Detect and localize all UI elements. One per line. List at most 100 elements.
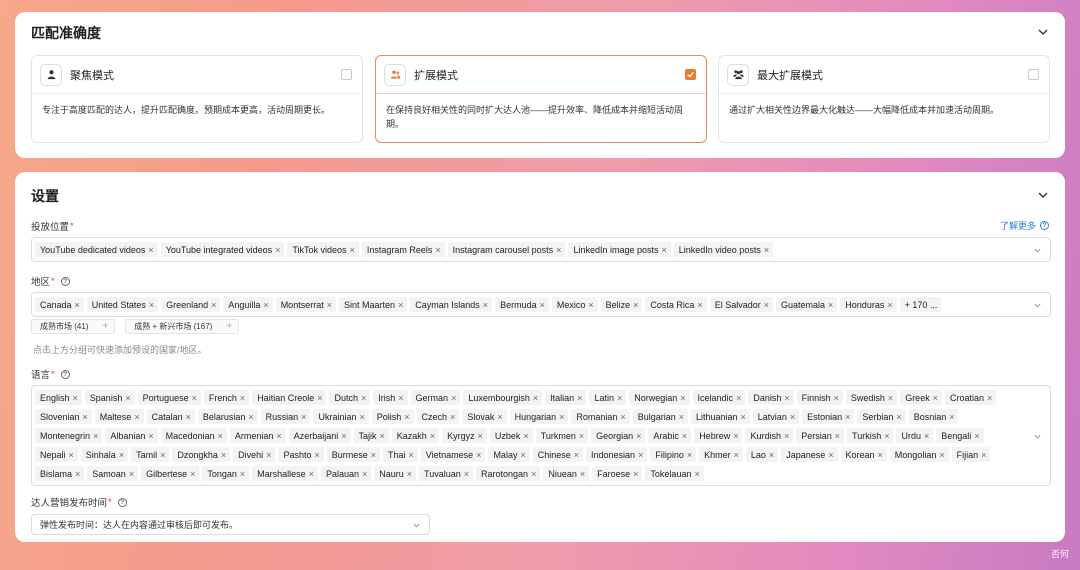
remove-tag-icon[interactable]: ×	[359, 412, 364, 422]
remove-tag-icon[interactable]: ×	[134, 412, 139, 422]
remove-tag-icon[interactable]: ×	[556, 245, 561, 255]
remove-tag-icon[interactable]: ×	[878, 450, 883, 460]
remove-tag-icon[interactable]: ×	[186, 412, 191, 422]
help-icon[interactable]: ?	[60, 369, 70, 379]
collapse-chevron-icon[interactable]	[1037, 26, 1049, 38]
remove-tag-icon[interactable]: ×	[577, 393, 582, 403]
learn-more-text[interactable]: 了解更多	[1000, 219, 1036, 232]
remove-tag-icon[interactable]: ×	[476, 450, 481, 460]
remove-tag-icon[interactable]: ×	[240, 393, 245, 403]
preset-mature-emerging-markets[interactable]: 成熟 + 新兴市场 (167) +	[125, 319, 240, 334]
help-icon[interactable]: ?	[60, 276, 70, 286]
remove-tag-icon[interactable]: ×	[407, 469, 412, 479]
preset-mature-markets[interactable]: 成熟市场 (41) +	[31, 319, 116, 334]
remove-tag-icon[interactable]: ×	[211, 300, 216, 310]
remove-tag-icon[interactable]: ×	[83, 412, 88, 422]
remove-tag-icon[interactable]: ×	[497, 412, 502, 422]
publish-time-dropdown[interactable]: 弹性发布时间：达人在内容通过审核后即可发布。	[31, 514, 430, 535]
remove-tag-icon[interactable]: ×	[190, 469, 195, 479]
remove-tag-icon[interactable]: ×	[350, 245, 355, 255]
remove-tag-icon[interactable]: ×	[221, 450, 226, 460]
remove-tag-icon[interactable]: ×	[981, 450, 986, 460]
remove-tag-icon[interactable]: ×	[531, 469, 536, 479]
remove-tag-icon[interactable]: ×	[240, 469, 245, 479]
chevron-down-icon[interactable]	[1033, 246, 1042, 255]
remove-tag-icon[interactable]: ×	[924, 431, 929, 441]
remove-tag-icon[interactable]: ×	[828, 450, 833, 460]
remove-tag-icon[interactable]: ×	[834, 393, 839, 403]
remove-tag-icon[interactable]: ×	[69, 450, 74, 460]
remove-tag-icon[interactable]: ×	[371, 450, 376, 460]
mode-checkbox-checked[interactable]	[685, 69, 696, 80]
remove-tag-icon[interactable]: ×	[790, 412, 795, 422]
remove-tag-icon[interactable]: ×	[736, 393, 741, 403]
remove-tag-icon[interactable]: ×	[974, 431, 979, 441]
remove-tag-icon[interactable]: ×	[483, 300, 488, 310]
mode-option-focus[interactable]: 聚焦模式 专注于高度匹配的达人，提升匹配确度。预期成本更高，活动周期更长。	[31, 55, 363, 143]
remove-tag-icon[interactable]: ×	[828, 300, 833, 310]
remove-tag-icon[interactable]: ×	[248, 412, 253, 422]
mode-option-max-expand[interactable]: 最大扩展模式 通过扩大相关性边界最大化触达——大幅降低成本并加速活动周期。	[718, 55, 1050, 143]
remove-tag-icon[interactable]: ×	[694, 469, 699, 479]
language-select[interactable]: English × Spanish × Portuguese × French × Haitia…	[31, 385, 1051, 486]
remove-tag-icon[interactable]: ×	[478, 431, 483, 441]
remove-tag-icon[interactable]: ×	[404, 412, 409, 422]
remove-tag-icon[interactable]: ×	[845, 412, 850, 422]
mode-checkbox[interactable]	[1028, 69, 1039, 80]
remove-tag-icon[interactable]: ×	[884, 431, 889, 441]
remove-tag-icon[interactable]: ×	[361, 393, 366, 403]
remove-tag-icon[interactable]: ×	[125, 393, 130, 403]
remove-tag-icon[interactable]: ×	[464, 469, 469, 479]
remove-tag-icon[interactable]: ×	[733, 431, 738, 441]
remove-tag-icon[interactable]: ×	[835, 431, 840, 441]
remove-tag-icon[interactable]: ×	[148, 245, 153, 255]
mode-option-expand[interactable]: 扩展模式 在保持良好相关性的同时扩大达人池——提升效率、降低成本并缩短活动周期。	[375, 55, 707, 143]
more-tags-count[interactable]: + 170 ...	[899, 297, 942, 312]
remove-tag-icon[interactable]: ×	[697, 300, 702, 310]
remove-tag-icon[interactable]: ×	[398, 393, 403, 403]
remove-tag-icon[interactable]: ×	[314, 450, 319, 460]
remove-tag-icon[interactable]: ×	[149, 300, 154, 310]
remove-tag-icon[interactable]: ×	[896, 412, 901, 422]
remove-tag-icon[interactable]: ×	[341, 431, 346, 441]
remove-tag-icon[interactable]: ×	[276, 431, 281, 441]
remove-tag-icon[interactable]: ×	[579, 431, 584, 441]
chevron-down-icon[interactable]	[412, 521, 421, 530]
chevron-down-icon[interactable]	[1033, 432, 1042, 441]
remove-tag-icon[interactable]: ×	[160, 450, 165, 460]
remove-tag-icon[interactable]: ×	[638, 450, 643, 460]
remove-tag-icon[interactable]: ×	[574, 450, 579, 460]
remove-tag-icon[interactable]: ×	[636, 431, 641, 441]
remove-tag-icon[interactable]: ×	[398, 300, 403, 310]
remove-tag-icon[interactable]: ×	[888, 393, 893, 403]
remove-tag-icon[interactable]: ×	[119, 450, 124, 460]
remove-tag-icon[interactable]: ×	[679, 412, 684, 422]
remove-tag-icon[interactable]: ×	[682, 431, 687, 441]
remove-tag-icon[interactable]: ×	[309, 469, 314, 479]
remove-tag-icon[interactable]: ×	[301, 412, 306, 422]
remove-tag-icon[interactable]: ×	[764, 300, 769, 310]
remove-tag-icon[interactable]: ×	[588, 300, 593, 310]
remove-tag-icon[interactable]: ×	[680, 393, 685, 403]
remove-tag-icon[interactable]: ×	[435, 245, 440, 255]
remove-tag-icon[interactable]: ×	[769, 450, 774, 460]
remove-tag-icon[interactable]: ×	[362, 469, 367, 479]
remove-tag-icon[interactable]: ×	[520, 450, 525, 460]
remove-tag-icon[interactable]: ×	[75, 469, 80, 479]
mode-checkbox[interactable]	[341, 69, 352, 80]
region-select[interactable]: Canada × United States × Greenland × Anguilla ×…	[31, 292, 1051, 317]
remove-tag-icon[interactable]: ×	[266, 450, 271, 460]
remove-tag-icon[interactable]: ×	[450, 412, 455, 422]
chevron-down-icon[interactable]	[1033, 301, 1042, 310]
remove-tag-icon[interactable]: ×	[409, 450, 414, 460]
remove-tag-icon[interactable]: ×	[887, 300, 892, 310]
remove-tag-icon[interactable]: ×	[741, 412, 746, 422]
remove-tag-icon[interactable]: ×	[987, 393, 992, 403]
remove-tag-icon[interactable]: ×	[129, 469, 134, 479]
remove-tag-icon[interactable]: ×	[687, 450, 692, 460]
remove-tag-icon[interactable]: ×	[633, 300, 638, 310]
remove-tag-icon[interactable]: ×	[263, 300, 268, 310]
remove-tag-icon[interactable]: ×	[617, 393, 622, 403]
remove-tag-icon[interactable]: ×	[784, 431, 789, 441]
remove-tag-icon[interactable]: ×	[75, 300, 80, 310]
